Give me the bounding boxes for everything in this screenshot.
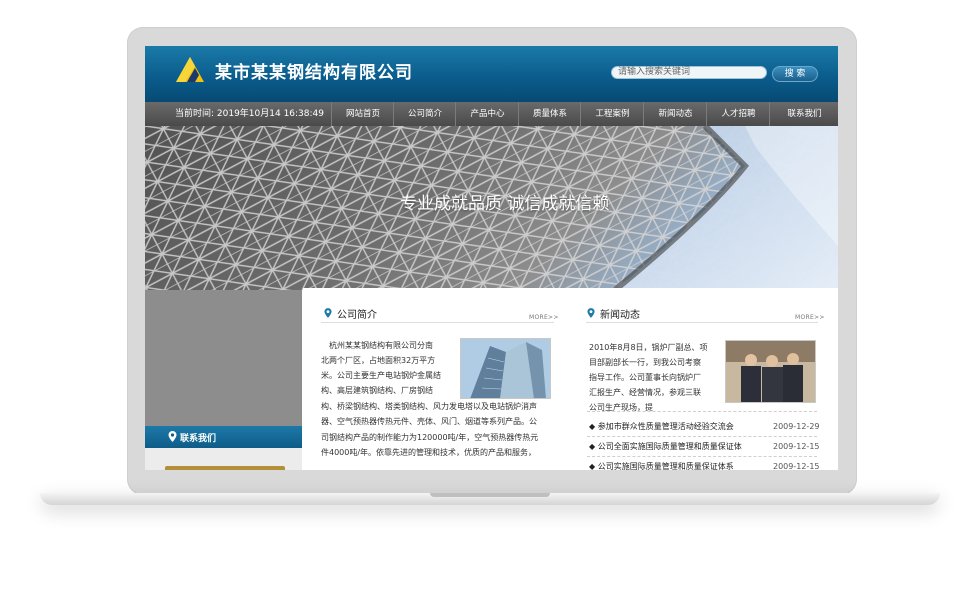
news-more-link[interactable]: MORE>> (795, 314, 825, 321)
news-separator (587, 411, 817, 412)
news-title: 新闻动态 (600, 310, 640, 321)
list-item[interactable]: ◆ 公司实施国际质量管理和质量保证体系 (589, 458, 734, 470)
about-text-line: 件4000吨/年。依靠先进的管理和技术，优质的产品和服务， (321, 448, 537, 457)
list-item[interactable]: ◆ 公司全面实施国际质量管理和质量保证体 (589, 438, 742, 456)
about-title: 公司简介 (337, 310, 377, 321)
news-divider (586, 322, 818, 323)
nav-item-news[interactable]: 新闻动态 (643, 102, 707, 126)
news-date: 2009-12-15 (773, 462, 820, 470)
location-pin-icon (168, 431, 177, 442)
news-intro-line: 2010年8月8日，锅炉厂副总、项 (589, 343, 708, 352)
building-photo (460, 338, 551, 399)
nav-item-quality[interactable]: 质量体系 (518, 102, 581, 126)
about-text-line: 北两个厂区，占地面积32万平方 (321, 356, 436, 365)
search-button[interactable]: 搜 索 (772, 66, 818, 82)
news-intro-line: 汇报生产、经营情况，参观三联 (589, 388, 701, 397)
nav-item-products[interactable]: 产品中心 (455, 102, 519, 126)
triangle-logo-icon (176, 57, 204, 82)
nav-item-home[interactable]: 网站首页 (331, 102, 394, 126)
bullet-icon: ◆ (589, 462, 598, 470)
nav-item-contact[interactable]: 联系我们 (769, 102, 838, 126)
about-text-line: 构、桥梁钢结构、塔类钢结构、风力发电塔以及电站锅炉消声 (321, 402, 537, 411)
location-pin-icon (587, 308, 595, 318)
news-date: 2009-12-29 (773, 422, 820, 431)
about-text-line: 器、空气预热器传热元件、壳体、风门、烟道等系列产品。公 (321, 417, 537, 426)
list-item[interactable]: ◆ 参加市群众性质量管理活动经验交流会 (589, 418, 734, 436)
search-input[interactable]: 请输入搜索关键词 (611, 66, 767, 79)
about-more-link[interactable]: MORE>> (529, 314, 559, 321)
nav-item-cases[interactable]: 工程案例 (580, 102, 644, 126)
news-photo (725, 340, 816, 403)
about-divider (321, 322, 554, 323)
nav-item-jobs[interactable]: 人才招聘 (706, 102, 770, 126)
bullet-icon: ◆ (589, 422, 598, 431)
laptop-notch (430, 493, 550, 497)
about-text-line: 构、高层建筑钢结构、厂房钢结 (321, 386, 433, 395)
contact-title[interactable]: 联系我们 (180, 431, 216, 444)
news-separator (587, 436, 817, 437)
location-pin-icon (324, 308, 332, 318)
about-text-line: 米。公司主要生产电站钢炉金属结 (321, 371, 441, 380)
news-intro-line: 公司生产现场，提 (589, 403, 653, 412)
news-date: 2009-12-15 (773, 442, 820, 451)
site-header: 某市某某钢结构有限公司 请输入搜索关键词 搜 索 (145, 46, 838, 102)
website-screen: 某市某某钢结构有限公司 请输入搜索关键词 搜 索 当前时间: 2019年10月1… (145, 46, 838, 470)
nav-item-about[interactable]: 公司简介 (393, 102, 456, 126)
current-time: 当前时间: 2019年10月14 16:38:49 (175, 109, 324, 119)
news-intro-line: 指导工作。公司董事长向锅炉厂 (589, 373, 701, 382)
phone-number-graphic (165, 466, 285, 470)
content-panel: 公司简介 MORE>> 杭州某某钢结构有限公司分南 北两个厂区，占地面积32万平… (303, 288, 838, 470)
news-intro-line: 目部副部长一行，到我公司考察 (589, 358, 701, 367)
banner-slogan: 专业成就品质 诚信成就信赖 (400, 194, 610, 214)
about-text-line: 杭州某某钢结构有限公司分南 (329, 341, 433, 350)
hero-banner: 专业成就品质 诚信成就信赖 (145, 126, 838, 290)
company-name[interactable]: 某市某某钢结构有限公司 (215, 58, 413, 83)
main-nav: 当前时间: 2019年10月14 16:38:49 网站首页 公司简介 产品中心… (145, 102, 838, 126)
news-separator (587, 456, 817, 457)
bullet-icon: ◆ (589, 442, 598, 451)
about-text-line: 司钢结构产品的制作能力为120000吨/年，空气预热器传热元 (321, 433, 539, 442)
